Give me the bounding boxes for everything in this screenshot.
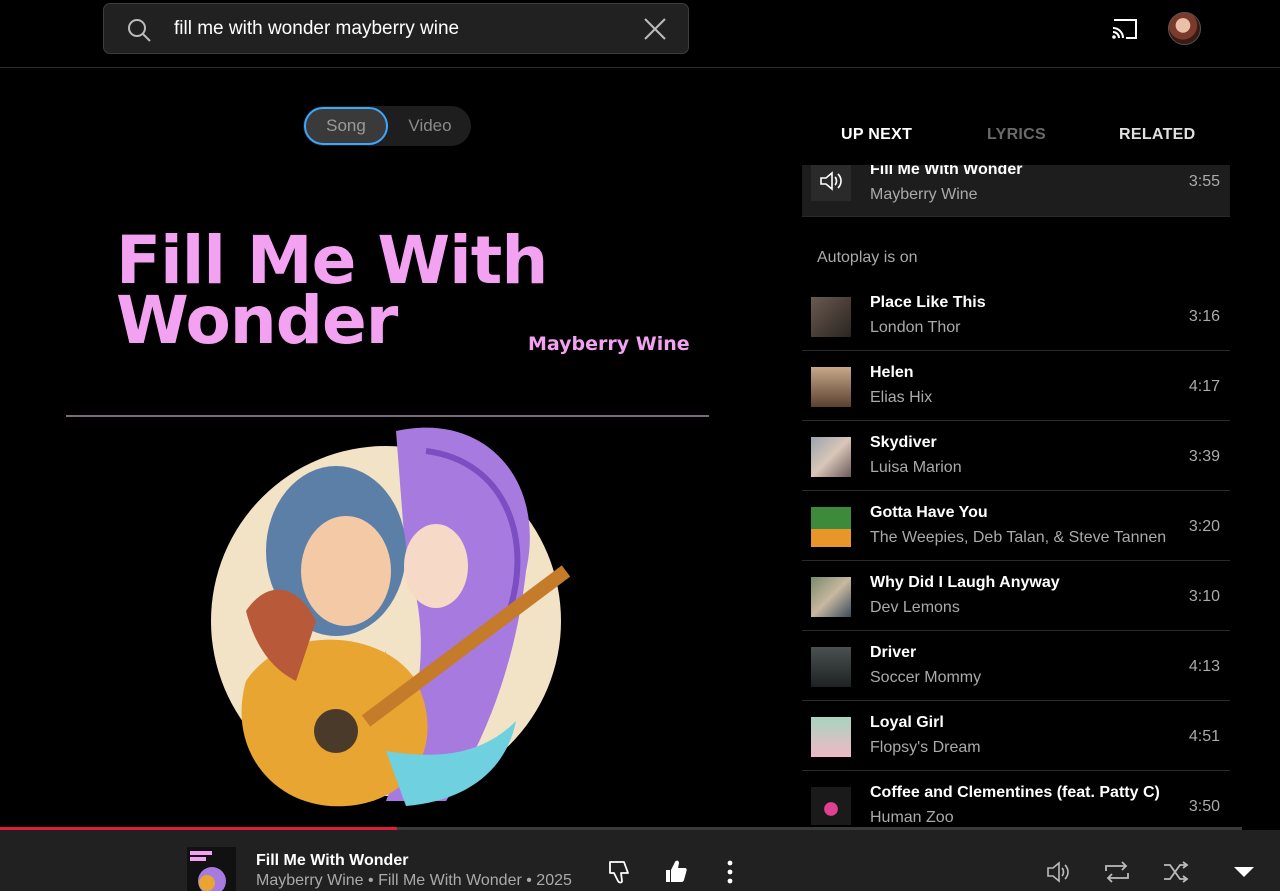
queue-current-item[interactable]: Fill Me With Wonder Mayberry Wine 3:55: [802, 165, 1230, 217]
queue-item-thumbnail: [811, 507, 851, 547]
queue-item[interactable]: Place Like This London Thor 3:16: [802, 281, 1230, 351]
queue-item-title: Fill Me With Wonder: [870, 165, 1023, 178]
thumb-up-icon[interactable]: [663, 859, 689, 885]
queue-item-artist: Mayberry Wine: [870, 186, 978, 203]
queue-item-duration: 3:50: [1188, 798, 1220, 815]
queue-item-title: Driver: [870, 644, 917, 661]
album-art-artist: Mayberry Wine: [528, 333, 690, 355]
search-box[interactable]: [103, 3, 689, 54]
queue-item-thumbnail: [811, 787, 851, 825]
player-bar: Fill Me With Wonder Mayberry Wine • Fill…: [0, 830, 1280, 891]
queue-item-duration: 3:16: [1188, 308, 1220, 325]
volume-icon[interactable]: [1045, 859, 1073, 885]
player-subtitle: Mayberry Wine • Fill Me With Wonder • 20…: [256, 872, 572, 889]
search-input[interactable]: [174, 12, 614, 46]
queue-item-artist: Flopsy's Dream: [870, 739, 981, 756]
queue-item[interactable]: Why Did I Laugh Anyway Dev Lemons 3:10: [802, 561, 1230, 631]
queue-item[interactable]: Driver Soccer Mommy 4:13: [802, 631, 1230, 701]
queue-item-thumbnail: [811, 367, 851, 407]
caret-down-icon[interactable]: [1233, 865, 1255, 879]
queue-item-duration: 3:10: [1188, 588, 1220, 605]
queue-item-title: Why Did I Laugh Anyway: [870, 574, 1060, 591]
queue-item-artist: The Weepies, Deb Talan, & Steve Tannen: [870, 529, 1167, 546]
queue-item-title: Skydiver: [870, 434, 937, 451]
song-toggle-button[interactable]: Song: [304, 107, 388, 145]
album-illustration: [211, 427, 571, 807]
queue-item-artist: Luisa Marion: [870, 459, 962, 476]
queue-item-thumbnail: [811, 297, 851, 337]
queue-item-title: Loyal Girl: [870, 714, 944, 731]
queue-item[interactable]: Gotta Have You The Weepies, Deb Talan, &…: [802, 491, 1230, 561]
queue-item-thumbnail: [811, 647, 851, 687]
shuffle-icon[interactable]: [1162, 859, 1190, 885]
queue-item-duration: 4:17: [1188, 378, 1220, 395]
album-art-divider: [66, 415, 709, 417]
thumb-down-icon[interactable]: [607, 859, 633, 885]
queue-list: Fill Me With Wonder Mayberry Wine 3:55 A…: [802, 165, 1230, 825]
queue-item-artist: Human Zoo: [870, 809, 954, 825]
tab-related[interactable]: RELATED: [1119, 126, 1195, 144]
queue-item-duration: 3:20: [1188, 518, 1220, 535]
top-bar: [0, 0, 1280, 68]
close-icon[interactable]: [642, 16, 668, 42]
queue-tabs: UP NEXT LYRICS RELATED: [802, 112, 1230, 162]
cast-icon[interactable]: [1110, 16, 1140, 42]
queue-item-title: Helen: [870, 364, 914, 381]
album-art-title-line2: Wonder: [116, 282, 398, 359]
queue-item-title: Gotta Have You: [870, 504, 988, 521]
album-art: Fill Me With Wonder Mayberry Wine: [66, 183, 709, 826]
autoplay-label: Autoplay is on: [817, 249, 918, 266]
queue-item-artist: Soccer Mommy: [870, 669, 982, 686]
album-art-title: Fill Me With Wonder: [116, 228, 548, 359]
queue-item[interactable]: Coffee and Clementines (feat. Patty C) H…: [802, 771, 1230, 825]
queue-item-artist: Elias Hix: [870, 389, 933, 406]
queue-item-duration: 4:13: [1188, 658, 1220, 675]
queue-item-title: Coffee and Clementines (feat. Patty C): [870, 784, 1160, 801]
queue-item-thumbnail: [811, 437, 851, 477]
song-video-toggle: Song Video: [303, 106, 471, 146]
video-toggle-button[interactable]: Video: [391, 107, 469, 145]
queue-item-artist: London Thor: [870, 319, 961, 336]
tab-lyrics[interactable]: LYRICS: [987, 126, 1046, 144]
now-playing-thumbnail: [811, 165, 851, 201]
search-icon[interactable]: [126, 17, 152, 43]
queue-item[interactable]: Helen Elias Hix 4:17: [802, 351, 1230, 421]
player-thumbnail-art: [187, 847, 236, 891]
queue-item[interactable]: Loyal Girl Flopsy's Dream 4:51: [802, 701, 1230, 771]
queue-item-duration: 4:51: [1188, 728, 1220, 745]
queue-item[interactable]: Skydiver Luisa Marion 3:39: [802, 421, 1230, 491]
more-vert-icon[interactable]: [726, 859, 734, 885]
player-title: Fill Me With Wonder: [256, 852, 409, 869]
repeat-icon[interactable]: [1103, 859, 1131, 885]
player-thumbnail[interactable]: [187, 847, 236, 891]
queue-item-duration: 3:55: [1188, 173, 1220, 190]
queue-item-duration: 3:39: [1188, 448, 1220, 465]
queue-item-thumbnail: [811, 717, 851, 757]
volume-icon: [820, 171, 842, 191]
queue-item-title: Place Like This: [870, 294, 986, 311]
queue-item-artist: Dev Lemons: [870, 599, 960, 616]
avatar[interactable]: [1168, 12, 1201, 45]
queue-item-thumbnail: [811, 577, 851, 617]
tab-up-next[interactable]: UP NEXT: [841, 126, 912, 144]
